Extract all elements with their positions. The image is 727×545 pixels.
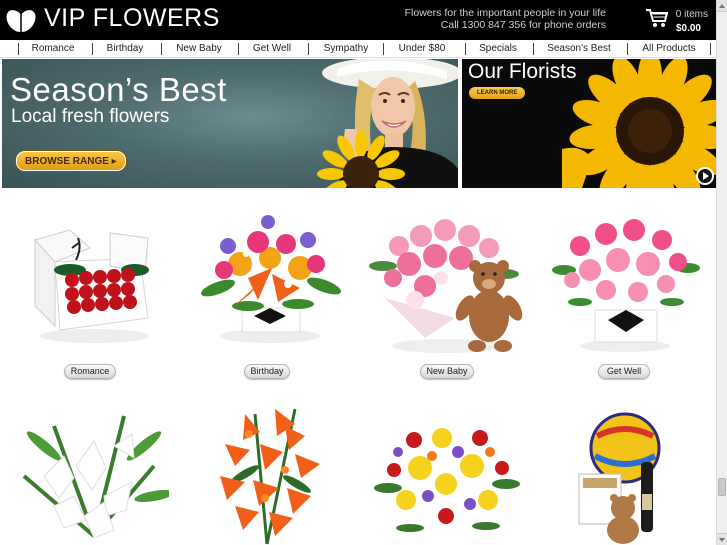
category-nav: Romance Birthday New Baby Get Well Sympa…	[0, 40, 716, 58]
nav-divider	[92, 43, 93, 55]
learn-more-button[interactable]: LEARN MORE	[469, 87, 526, 99]
nav-divider	[238, 43, 239, 55]
nav-divider	[383, 43, 384, 55]
white-lilies-icon[interactable]	[14, 406, 169, 545]
balloon-gift-hamper-icon[interactable]	[575, 412, 675, 545]
birthday-bouquet-icon[interactable]	[188, 208, 348, 348]
product-card-get-well[interactable]: Get Well	[550, 210, 700, 388]
red-roses-box-icon[interactable]	[20, 218, 165, 348]
product-card-orange-lilies[interactable]	[205, 404, 330, 545]
our-florists-banner[interactable]: Our Florists LEARN MORE	[462, 59, 716, 188]
woman-with-sunflower-image	[317, 59, 458, 188]
mixed-bouquet-icon[interactable]	[370, 418, 525, 545]
nav-item-romance[interactable]: Romance	[22, 40, 84, 58]
scroll-thumb[interactable]	[718, 478, 726, 496]
pink-bouquet-teddy-icon[interactable]	[365, 208, 530, 358]
nav-item-new-baby[interactable]: New Baby	[165, 40, 233, 58]
product-card-romance[interactable]: Romance	[20, 218, 165, 388]
product-card-balloon-gift[interactable]	[575, 412, 675, 545]
nav-item-all-products[interactable]: All Products	[631, 40, 707, 58]
nav-item-specials[interactable]: Specials	[469, 40, 527, 58]
browse-range-button[interactable]: BROWSE RANGE ▸	[16, 151, 126, 171]
site-header: VIP FLOWERS Flowers for the important pe…	[0, 0, 716, 40]
logo-text[interactable]: VIP FLOWERS	[44, 4, 220, 33]
nav-item-sympathy[interactable]: Sympathy	[312, 40, 380, 58]
nav-item-birthday[interactable]: Birthday	[96, 40, 154, 58]
tagline: Flowers for the important people in your…	[405, 7, 606, 31]
nav-item-seasons-best[interactable]: Season's Best	[537, 40, 621, 58]
hero-title: Season’s Best	[10, 71, 227, 108]
nav-divider	[308, 43, 309, 55]
seasons-best-banner[interactable]: Season’s Best Local fresh flowers BROWSE…	[2, 59, 458, 188]
cart-total[interactable]: $0.00	[676, 23, 701, 34]
nav-divider	[18, 43, 19, 55]
product-card-mixed-bouquet[interactable]	[370, 418, 525, 545]
vertical-scrollbar[interactable]	[716, 0, 727, 545]
product-button-romance[interactable]: Romance	[64, 364, 116, 379]
cart-item-count[interactable]: 0 items	[676, 9, 708, 20]
scroll-up-arrow-icon[interactable]	[717, 0, 727, 12]
product-card-birthday[interactable]: Birthday	[188, 208, 348, 388]
nav-item-get-well[interactable]: Get Well	[242, 40, 302, 58]
next-slide-icon[interactable]	[696, 167, 714, 185]
tagline-line-1: Flowers for the important people in your…	[404, 7, 606, 19]
product-card-white-lilies[interactable]	[14, 406, 169, 545]
tagline-line-2: Call 1300 847 356 for phone orders	[440, 19, 606, 31]
nav-divider	[533, 43, 534, 55]
sunflower-image	[562, 59, 716, 188]
orange-lilies-icon[interactable]	[205, 404, 330, 545]
promo-title: Our Florists	[468, 60, 577, 83]
pink-roses-box-icon[interactable]	[550, 210, 700, 355]
product-button-get-well[interactable]: Get Well	[598, 364, 650, 379]
product-card-new-baby[interactable]: New Baby	[365, 208, 530, 388]
shopping-cart-icon[interactable]	[645, 7, 669, 29]
hero-subtitle: Local fresh flowers	[11, 106, 170, 127]
nav-item-under-80[interactable]: Under $80	[387, 40, 457, 58]
product-button-birthday[interactable]: Birthday	[244, 364, 290, 379]
nav-divider	[627, 43, 628, 55]
product-button-new-baby[interactable]: New Baby	[420, 364, 474, 379]
leaf-logo-icon[interactable]	[5, 6, 37, 34]
scroll-down-arrow-icon[interactable]	[717, 533, 727, 545]
nav-divider	[710, 43, 711, 55]
nav-divider	[465, 43, 466, 55]
nav-divider	[161, 43, 162, 55]
